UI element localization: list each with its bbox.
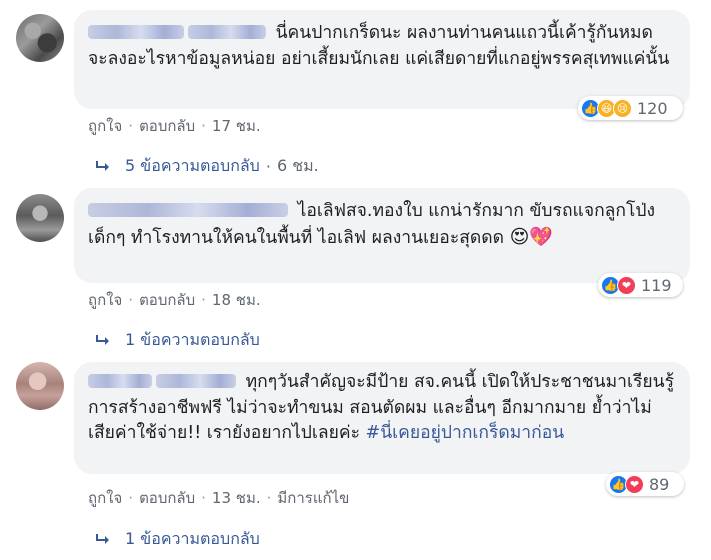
reactions-summary[interactable]: 👍 ❤ 119 bbox=[598, 273, 683, 297]
replies-timestamp: 6 ชม. bbox=[276, 156, 319, 175]
separator-dot: · bbox=[201, 291, 206, 309]
timestamp[interactable]: 17 ชม. bbox=[212, 117, 261, 135]
like-button[interactable]: ถูกใจ bbox=[88, 489, 122, 507]
edited-label[interactable]: มีการแก้ไข bbox=[277, 489, 349, 507]
commenter-name-blurred[interactable] bbox=[188, 25, 266, 39]
reactions-summary[interactable]: 👍 ❤ 89 bbox=[606, 472, 684, 496]
replies-count-label: 1 ข้อความตอบกลับ bbox=[125, 330, 260, 349]
commenter-name-blurred[interactable] bbox=[88, 25, 184, 39]
avatar[interactable] bbox=[16, 14, 64, 62]
replies-count-label: 5 ข้อความตอบกลับ bbox=[125, 156, 260, 175]
comment-bubble: ทุกๆวันสำคัญจะมีป้าย สจ.คนนี้ เปิดให้ประ… bbox=[74, 362, 690, 474]
reply-arrow-icon bbox=[96, 334, 109, 345]
reply-button[interactable]: ตอบกลับ bbox=[139, 117, 195, 135]
commenter-name-blurred[interactable] bbox=[88, 203, 288, 217]
replies-count-label: 1 ข้อความตอบกลับ bbox=[125, 529, 260, 548]
view-replies-link[interactable]: 5 ข้อความตอบกลับ · 6 ชม. bbox=[95, 154, 319, 179]
comment-bubble: นี่คนปากเกร็ดนะ ผลงานท่านคนแถวนี้เค้ารู้… bbox=[74, 10, 690, 109]
reply-arrow-icon bbox=[96, 160, 109, 171]
avatar[interactable] bbox=[16, 362, 64, 410]
timestamp[interactable]: 18 ชม. bbox=[212, 291, 261, 309]
commenter-name-blurred[interactable] bbox=[156, 374, 236, 388]
separator-dot: · bbox=[201, 489, 206, 507]
separator-dot: · bbox=[128, 489, 134, 507]
separator-dot: · bbox=[128, 291, 134, 309]
sad-icon: 😢 bbox=[613, 98, 632, 118]
view-replies-link[interactable]: 1 ข้อความตอบกลับ bbox=[95, 527, 260, 552]
hashtag-link[interactable]: #นี่เคยอยู่ปากเกร็ดมาก่อน bbox=[366, 423, 565, 443]
reactions-summary[interactable]: 👍 😆 😢 120 bbox=[578, 96, 683, 120]
separator-dot: · bbox=[266, 489, 272, 507]
emoji: 😍💖 bbox=[509, 226, 554, 248]
reaction-count: 120 bbox=[637, 98, 668, 118]
love-icon: ❤ bbox=[625, 474, 644, 494]
comment-bubble: ไอเลิฟสจ.ทองใบ แกน่ารักมาก ขับรถแจกลูกโป… bbox=[74, 188, 690, 283]
reaction-count: 119 bbox=[641, 275, 672, 295]
reply-arrow-icon bbox=[96, 533, 109, 544]
reply-button[interactable]: ตอบกลับ bbox=[139, 291, 195, 309]
like-button[interactable]: ถูกใจ bbox=[88, 291, 122, 309]
view-replies-link[interactable]: 1 ข้อความตอบกลับ bbox=[95, 328, 260, 353]
commenter-name-blurred[interactable] bbox=[88, 374, 152, 388]
reply-button[interactable]: ตอบกลับ bbox=[139, 489, 195, 507]
avatar[interactable] bbox=[16, 194, 64, 242]
love-icon: ❤ bbox=[617, 275, 636, 295]
timestamp[interactable]: 13 ชม. bbox=[212, 489, 261, 507]
reaction-count: 89 bbox=[649, 474, 670, 494]
separator-dot: · bbox=[201, 117, 206, 135]
separator-dot: · bbox=[128, 117, 134, 135]
comment-actions: ถูกใจ · ตอบกลับ · 18 ชม. bbox=[88, 288, 261, 312]
like-button[interactable]: ถูกใจ bbox=[88, 117, 122, 135]
comment-actions: ถูกใจ · ตอบกลับ · 13 ชม. · มีการแก้ไข bbox=[88, 486, 349, 510]
comment-actions: ถูกใจ · ตอบกลับ · 17 ชม. bbox=[88, 114, 261, 138]
separator-dot: · bbox=[265, 157, 271, 176]
